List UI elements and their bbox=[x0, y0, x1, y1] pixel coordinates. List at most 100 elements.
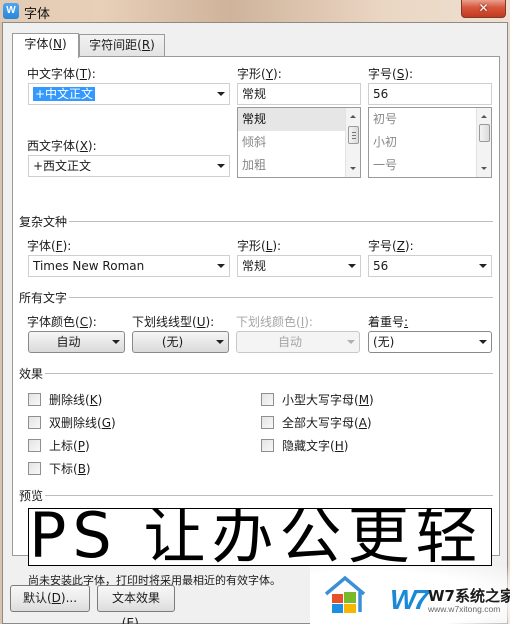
tab-font[interactable]: 字体(N) bbox=[12, 33, 79, 58]
chinese-font-combo[interactable]: +中文正文 bbox=[28, 83, 230, 105]
chevron-down-icon bbox=[479, 340, 487, 344]
chinese-font-value: +中文正文 bbox=[33, 87, 96, 101]
list-item[interactable]: 初号 bbox=[369, 108, 491, 131]
size-listbox[interactable]: 初号 小初 一号 bbox=[368, 107, 492, 178]
underline-style-value: (无) bbox=[161, 335, 184, 349]
font-color-value: 自动 bbox=[56, 335, 81, 349]
checkbox-box[interactable] bbox=[261, 439, 274, 452]
all-caps-checkbox[interactable]: 全部大写字母(A) bbox=[261, 414, 372, 431]
small-caps-checkbox[interactable]: 小型大写字母(M) bbox=[261, 391, 374, 408]
scroll-down-icon[interactable] bbox=[350, 167, 356, 170]
size-label: 字号(S): bbox=[368, 67, 414, 81]
scroll-thumb[interactable] bbox=[479, 124, 490, 142]
style-input[interactable]: 常规 bbox=[237, 83, 361, 105]
checkbox-box[interactable] bbox=[28, 416, 41, 429]
size-input-value: 56 bbox=[373, 87, 389, 101]
list-item[interactable]: 常规 bbox=[238, 108, 360, 131]
windows-house-logo-icon bbox=[324, 575, 366, 613]
complex-style-label: 字形(L): bbox=[237, 239, 282, 253]
style-input-value: 常规 bbox=[242, 87, 267, 101]
complex-size-value: 56 bbox=[373, 259, 389, 273]
tab-label: 字体( bbox=[24, 37, 53, 51]
checkbox-box[interactable] bbox=[28, 439, 41, 452]
complex-style-combo[interactable]: 常规 bbox=[237, 255, 361, 277]
list-item[interactable]: 加粗 bbox=[238, 154, 360, 177]
emphasis-mark-dropdown[interactable]: (无) bbox=[368, 331, 492, 353]
preview-box: PS 让办公更轻 bbox=[28, 508, 492, 566]
watermark-url: www.w7xitong.com bbox=[428, 604, 501, 614]
section-divider bbox=[19, 297, 493, 298]
chinese-font-label: 中文字体(T): bbox=[27, 67, 96, 81]
chevron-down-icon bbox=[112, 340, 120, 344]
text-effects-button[interactable]: 文本效果(E)... bbox=[97, 585, 175, 624]
section-divider bbox=[19, 373, 493, 374]
window-title: 字体 bbox=[24, 7, 51, 22]
scroll-thumb[interactable] bbox=[348, 126, 359, 144]
default-button[interactable]: 默认(D)... bbox=[10, 585, 90, 612]
underline-color-value: 自动 bbox=[277, 335, 302, 349]
chevron-down-icon bbox=[217, 264, 225, 268]
style-listbox[interactable]: 常规 倾斜 加粗 bbox=[237, 107, 361, 178]
checkbox-box[interactable] bbox=[28, 393, 41, 406]
superscript-checkbox[interactable]: 上标(P) bbox=[28, 437, 90, 454]
checkbox-box[interactable] bbox=[28, 462, 41, 475]
chevron-down-icon bbox=[479, 264, 487, 268]
chevron-down-icon bbox=[217, 92, 225, 96]
chevron-down-icon bbox=[217, 164, 225, 168]
preview-section-title: 预览 bbox=[19, 487, 46, 504]
wps-app-icon: W bbox=[3, 3, 19, 19]
western-font-combo[interactable]: +西文正文 bbox=[28, 155, 230, 177]
emphasis-mark-label: 着重号: bbox=[368, 315, 409, 329]
underline-style-label: 下划线线型(U): bbox=[132, 315, 215, 329]
underline-style-dropdown[interactable]: (无) bbox=[132, 331, 229, 353]
font-dialog: 字体(N) 字符间距(R) 中文字体(T): +中文正文 西文字体(X): +西… bbox=[2, 22, 508, 624]
chevron-down-icon bbox=[347, 340, 355, 344]
tab-character-spacing[interactable]: 字符间距(R) bbox=[79, 34, 165, 56]
close-button[interactable]: ✕ bbox=[461, 0, 506, 18]
watermark-name: W7系统之家 bbox=[428, 587, 510, 605]
scroll-up-icon[interactable] bbox=[481, 115, 487, 118]
size-input[interactable]: 56 bbox=[368, 83, 492, 105]
size-scrollbar[interactable] bbox=[476, 108, 491, 177]
close-icon: ✕ bbox=[478, 1, 489, 15]
tab-suffix: ) bbox=[150, 38, 155, 52]
underline-color-label: 下划线颜色(I): bbox=[236, 315, 313, 329]
complex-script-section-title: 复杂文种 bbox=[19, 213, 70, 230]
complex-font-combo[interactable]: Times New Roman bbox=[28, 255, 230, 277]
font-not-installed-note: 尚未安装此字体，打印时将采用最相近的有效字体。 bbox=[28, 574, 281, 587]
scroll-up-icon[interactable] bbox=[350, 115, 356, 118]
western-font-value: +西文正文 bbox=[33, 159, 92, 173]
tab-hotkey: R bbox=[141, 38, 151, 52]
hidden-text-checkbox[interactable]: 隐藏文字(H) bbox=[261, 437, 348, 454]
watermark: W7 W7系统之家 www.w7xitong.com bbox=[310, 566, 510, 624]
title-bar: W 字体 ✕ bbox=[0, 0, 510, 22]
tab-suffix: ) bbox=[61, 37, 67, 51]
list-item[interactable]: 小初 bbox=[369, 131, 491, 154]
font-tab-panel: 中文字体(T): +中文正文 西文字体(X): +西文正文 字形(Y): 常规 … bbox=[12, 56, 500, 587]
effects-section-title: 效果 bbox=[19, 365, 46, 382]
style-scrollbar[interactable] bbox=[345, 108, 360, 177]
scroll-down-icon[interactable] bbox=[481, 167, 487, 170]
section-divider bbox=[19, 495, 493, 496]
tab-label: 字符间距( bbox=[89, 38, 142, 52]
list-item[interactable]: 倾斜 bbox=[238, 131, 360, 154]
western-font-label: 西文字体(X): bbox=[27, 139, 97, 153]
chevron-down-icon bbox=[348, 264, 356, 268]
complex-font-value: Times New Roman bbox=[33, 259, 145, 273]
section-divider bbox=[19, 221, 493, 222]
complex-size-combo[interactable]: 56 bbox=[368, 255, 492, 277]
strikethrough-checkbox[interactable]: 删除线(K) bbox=[28, 391, 102, 408]
subscript-checkbox[interactable]: 下标(B) bbox=[28, 460, 91, 477]
checkbox-box[interactable] bbox=[261, 416, 274, 429]
complex-size-label: 字号(Z): bbox=[368, 239, 414, 253]
checkbox-box[interactable] bbox=[261, 393, 274, 406]
preview-sample-text: PS 让办公更轻 bbox=[29, 508, 484, 566]
font-color-dropdown[interactable]: 自动 bbox=[28, 331, 125, 353]
underline-color-dropdown: 自动 bbox=[236, 331, 360, 353]
list-item[interactable]: 一号 bbox=[369, 154, 491, 177]
double-strikethrough-checkbox[interactable]: 双删除线(G) bbox=[28, 414, 116, 431]
emphasis-mark-value: (无) bbox=[373, 335, 395, 349]
font-color-label: 字体颜色(C): bbox=[27, 315, 97, 329]
complex-style-value: 常规 bbox=[242, 259, 267, 273]
complex-font-label: 字体(F): bbox=[27, 239, 72, 253]
